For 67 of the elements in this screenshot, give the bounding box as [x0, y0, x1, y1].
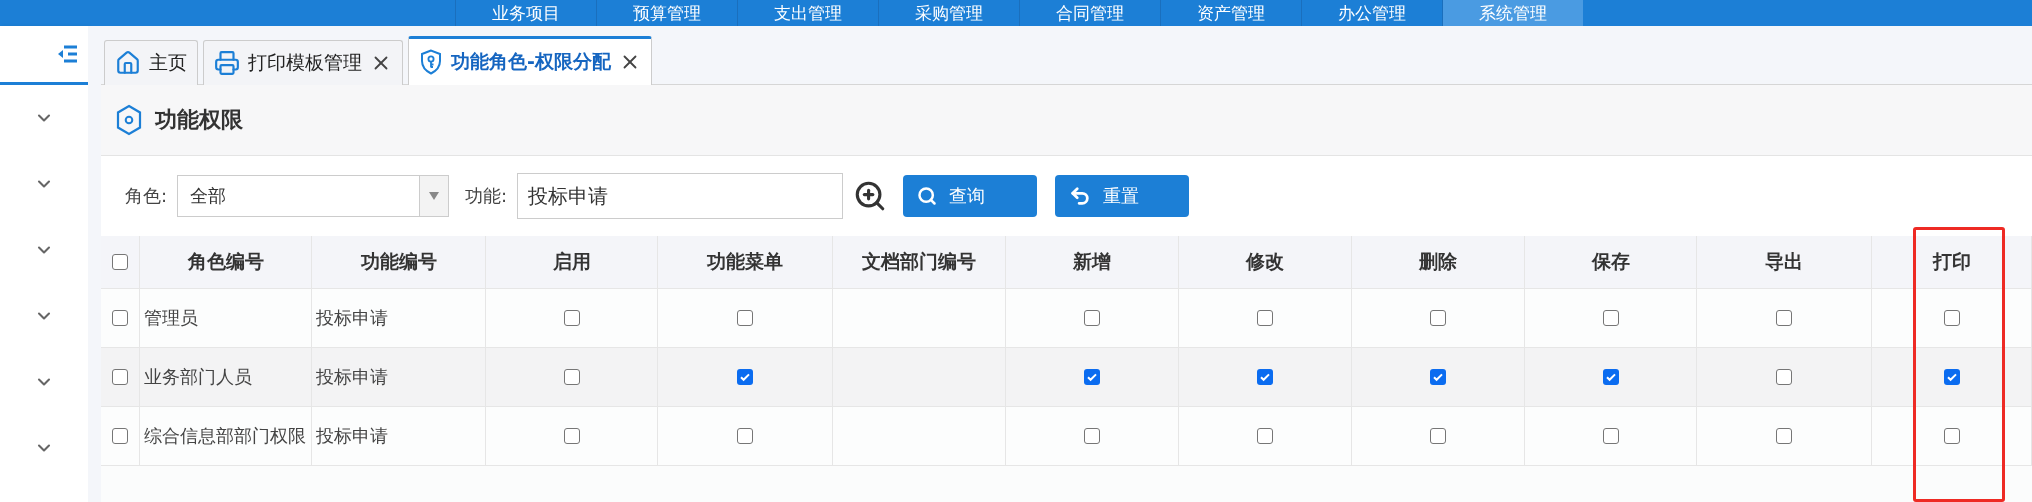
- field-label: 功能:: [465, 184, 508, 208]
- checkbox[interactable]: [737, 310, 753, 326]
- collapse-menu-icon[interactable]: [56, 45, 78, 63]
- column-header: 功能编号: [312, 236, 486, 288]
- checkbox[interactable]: [1084, 310, 1100, 326]
- column-header: 角色编号: [140, 236, 312, 288]
- checkbox[interactable]: [1943, 310, 1960, 326]
- checkbox[interactable]: [1602, 310, 1619, 326]
- menu-item[interactable]: 系统管理: [1442, 0, 1583, 26]
- checkbox[interactable]: [737, 428, 753, 444]
- column-header: 导出: [1697, 236, 1872, 288]
- checkbox[interactable]: [563, 428, 580, 444]
- checkbox[interactable]: [1430, 369, 1446, 385]
- action-button[interactable]: 查询: [903, 175, 1038, 217]
- table-cell: 管理员: [140, 289, 312, 347]
- tab[interactable]: 打印模板管理: [203, 40, 403, 85]
- column-header: 功能菜单: [658, 236, 833, 288]
- function-input[interactable]: 投标申请: [517, 173, 844, 219]
- checkbox[interactable]: [563, 310, 580, 326]
- checkbox[interactable]: [1257, 369, 1273, 385]
- checkbox[interactable]: [1257, 310, 1273, 326]
- checkbox[interactable]: [1257, 428, 1273, 444]
- column-header: 保存: [1525, 236, 1697, 288]
- checkbox[interactable]: [1084, 428, 1100, 444]
- checkbox[interactable]: [563, 369, 580, 385]
- shield-icon: [419, 49, 443, 75]
- checkbox[interactable]: [1776, 369, 1792, 385]
- checkbox[interactable]: [1430, 428, 1446, 444]
- column-header: 修改: [1179, 236, 1352, 288]
- home-icon: [115, 50, 141, 76]
- checkbox[interactable]: [737, 369, 753, 385]
- checkbox[interactable]: [1776, 310, 1792, 326]
- tab[interactable]: 功能角色-权限分配: [408, 36, 652, 85]
- panel-title: 功能权限: [155, 106, 243, 134]
- field-label: 角色:: [125, 184, 168, 208]
- checkbox[interactable]: [1943, 369, 1960, 385]
- table-cell: 投标申请: [312, 407, 486, 465]
- table-cell: 投标申请: [312, 348, 486, 406]
- action-button[interactable]: 重置: [1055, 175, 1190, 217]
- table-cell: 业务部门人员: [140, 348, 312, 406]
- column-header: 文档部门编号: [833, 236, 1006, 288]
- row-checkbox[interactable]: [112, 310, 128, 326]
- column-header: 打印: [1872, 236, 2032, 288]
- column-header: 启用: [486, 236, 658, 288]
- checkbox[interactable]: [1602, 369, 1619, 385]
- checkbox[interactable]: [1084, 369, 1100, 385]
- checkbox[interactable]: [1602, 428, 1619, 444]
- row-checkbox[interactable]: [112, 369, 128, 385]
- checkbox[interactable]: [1430, 310, 1446, 326]
- row-checkbox[interactable]: [112, 428, 128, 444]
- search-icon: [917, 186, 938, 206]
- role-select[interactable]: 全部: [177, 175, 450, 217]
- column-header: 删除: [1352, 236, 1525, 288]
- table-cell: 综合信息部部门权限: [140, 407, 312, 465]
- tab[interactable]: 主页: [104, 40, 198, 85]
- checkbox[interactable]: [1776, 428, 1792, 444]
- select-all-checkbox[interactable]: [112, 254, 128, 270]
- tab-label: 打印模板管理: [248, 50, 362, 75]
- tab-label: 功能角色-权限分配: [451, 49, 611, 74]
- table-cell: 投标申请: [312, 289, 486, 347]
- tab-label: 主页: [149, 50, 187, 75]
- checkbox[interactable]: [1943, 428, 1960, 444]
- dropdown-caret-icon: [429, 192, 440, 200]
- column-header: 新增: [1006, 236, 1179, 288]
- hexagon-icon: [115, 104, 143, 136]
- printer-icon: [214, 50, 240, 76]
- undo-icon: [1069, 185, 1092, 207]
